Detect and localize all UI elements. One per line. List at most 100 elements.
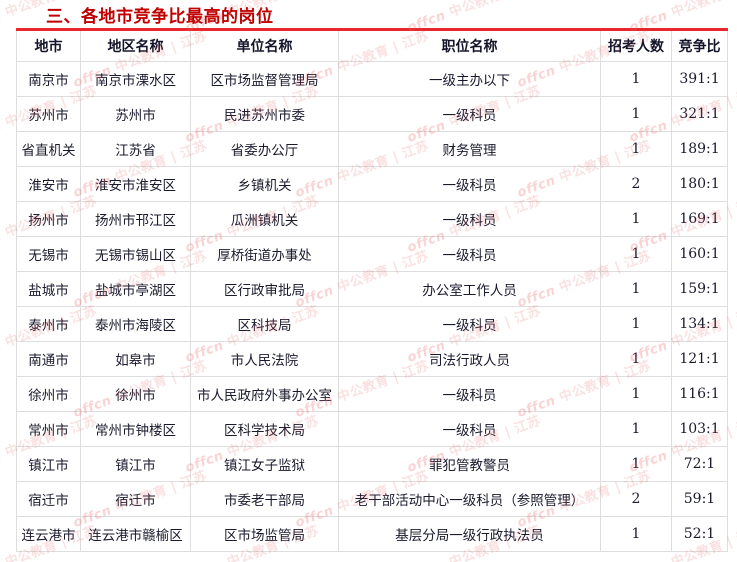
table-row: 南京市 南京市溧水区 区市场监督管理局 一级主办以下 1 391:1 xyxy=(16,61,728,97)
cell-count: 1 xyxy=(600,61,672,97)
cell-ratio: 121:1 xyxy=(671,341,728,377)
cell-ratio: 134:1 xyxy=(671,306,728,342)
cell-region: 南京市溧水区 xyxy=(80,61,191,97)
cell-city: 淮安市 xyxy=(16,166,81,202)
cell-count: 1 xyxy=(600,411,672,447)
cell-ratio: 59:1 xyxy=(671,481,728,517)
table-body: 南京市 南京市溧水区 区市场监督管理局 一级主办以下 1 391:1 苏州市 苏州市 民进苏州市… xyxy=(16,61,728,552)
table-row: 苏州市 苏州市 民进苏州市委 一级科员 1 321:1 xyxy=(16,96,728,132)
cell-unit: 区市场监督管理局 xyxy=(190,61,339,97)
cell-region: 江苏省 xyxy=(80,131,191,167)
cell-unit: 市人民政府外事办公室 xyxy=(190,376,339,412)
cell-count: 1 xyxy=(600,236,672,272)
cell-position: 一级科员 xyxy=(338,96,601,132)
cell-ratio: 116:1 xyxy=(671,376,728,412)
cell-unit: 市人民法院 xyxy=(190,341,339,377)
cell-position: 一级科员 xyxy=(338,201,601,237)
cell-ratio: 103:1 xyxy=(671,411,728,447)
table-row: 扬州市 扬州市邗江区 瓜洲镇机关 一级科员 1 169:1 xyxy=(16,201,728,237)
cell-region: 镇江市 xyxy=(80,446,191,482)
cell-unit: 省委办公厅 xyxy=(190,131,339,167)
cell-city: 徐州市 xyxy=(16,376,81,412)
table-row: 省直机关 江苏省 省委办公厅 财务管理 1 189:1 xyxy=(16,131,728,167)
cell-city: 宿迁市 xyxy=(16,481,81,517)
column-header-unit: 单位名称 xyxy=(190,29,339,62)
column-header-city: 地市 xyxy=(16,29,81,62)
column-header-position: 职位名称 xyxy=(338,29,601,62)
cell-unit: 厚桥街道办事处 xyxy=(190,236,339,272)
page-title: 三、各地市竞争比最高的岗位 xyxy=(46,7,274,27)
cell-city: 连云港市 xyxy=(16,516,81,552)
cell-count: 1 xyxy=(600,201,672,237)
cell-unit: 市委老干部局 xyxy=(190,481,339,517)
cell-unit: 瓜洲镇机关 xyxy=(190,201,339,237)
cell-position: 一级科员 xyxy=(338,306,601,342)
table-row: 盐城市 盐城市亭湖区 区行政审批局 办公室工作人员 1 159:1 xyxy=(16,271,728,307)
table-row: 南通市 如皋市 市人民法院 司法行政人员 1 121:1 xyxy=(16,341,728,377)
cell-position: 司法行政人员 xyxy=(338,341,601,377)
cell-ratio: 52:1 xyxy=(671,516,728,552)
cell-ratio: 72:1 xyxy=(671,446,728,482)
cell-city: 无锡市 xyxy=(16,236,81,272)
table-row: 常州市 常州市钟楼区 区科学技术局 一级科员 1 103:1 xyxy=(16,411,728,447)
competition-ratio-table: 地市 地区名称 单位名称 职位名称 招考人数 竞争比 南京市 南京市溧水区 区市场监… xyxy=(16,28,728,552)
cell-position: 一级科员 xyxy=(338,411,601,447)
cell-region: 无锡市锡山区 xyxy=(80,236,191,272)
cell-unit: 乡镇机关 xyxy=(190,166,339,202)
cell-region: 常州市钟楼区 xyxy=(80,411,191,447)
cell-position: 办公室工作人员 xyxy=(338,271,601,307)
cell-position: 罪犯管教警员 xyxy=(338,446,601,482)
cell-position: 一级科员 xyxy=(338,376,601,412)
cell-unit: 区科技局 xyxy=(190,306,339,342)
cell-count: 1 xyxy=(600,341,672,377)
table-row: 徐州市 徐州市 市人民政府外事办公室 一级科员 1 116:1 xyxy=(16,376,728,412)
table-row: 无锡市 无锡市锡山区 厚桥街道办事处 一级科员 1 160:1 xyxy=(16,236,728,272)
cell-city: 泰州市 xyxy=(16,306,81,342)
cell-count: 1 xyxy=(600,376,672,412)
column-header-count: 招考人数 xyxy=(600,29,672,62)
table-container: 地市 地区名称 单位名称 职位名称 招考人数 竞争比 南京市 南京市溧水区 区市场监… xyxy=(16,28,728,552)
cell-region: 盐城市亭湖区 xyxy=(80,271,191,307)
cell-count: 1 xyxy=(600,96,672,132)
cell-region: 泰州市海陵区 xyxy=(80,306,191,342)
table-row: 连云港市 连云港市赣榆区 区市场监管局 基层分局一级行政执法员 1 52:1 xyxy=(16,516,728,552)
cell-city: 扬州市 xyxy=(16,201,81,237)
cell-region: 淮安市淮安区 xyxy=(80,166,191,202)
cell-city: 常州市 xyxy=(16,411,81,447)
table-row: 宿迁市 宿迁市 市委老干部局 老干部活动中心一级科员（参照管理） 2 59:1 xyxy=(16,481,728,517)
cell-city: 镇江市 xyxy=(16,446,81,482)
cell-unit: 区行政审批局 xyxy=(190,271,339,307)
table-header-row: 地市 地区名称 单位名称 职位名称 招考人数 竞争比 xyxy=(16,29,728,62)
table-row: 淮安市 淮安市淮安区 乡镇机关 一级科员 2 180:1 xyxy=(16,166,728,202)
cell-unit: 区科学技术局 xyxy=(190,411,339,447)
column-header-ratio: 竞争比 xyxy=(671,29,728,62)
cell-count: 2 xyxy=(600,481,672,517)
cell-position: 基层分局一级行政执法员 xyxy=(338,516,601,552)
cell-count: 1 xyxy=(600,271,672,307)
cell-position: 一级科员 xyxy=(338,166,601,202)
cell-position: 一级主办以下 xyxy=(338,61,601,97)
cell-region: 扬州市邗江区 xyxy=(80,201,191,237)
cell-region: 连云港市赣榆区 xyxy=(80,516,191,552)
cell-position: 一级科员 xyxy=(338,236,601,272)
cell-ratio: 391:1 xyxy=(671,61,728,97)
cell-ratio: 159:1 xyxy=(671,271,728,307)
cell-ratio: 169:1 xyxy=(671,201,728,237)
cell-region: 徐州市 xyxy=(80,376,191,412)
cell-position: 财务管理 xyxy=(338,131,601,167)
cell-count: 1 xyxy=(600,446,672,482)
cell-ratio: 189:1 xyxy=(671,131,728,167)
cell-count: 1 xyxy=(600,131,672,167)
cell-region: 苏州市 xyxy=(80,96,191,132)
cell-unit: 区市场监管局 xyxy=(190,516,339,552)
table-header: 地市 地区名称 单位名称 职位名称 招考人数 竞争比 xyxy=(16,29,728,62)
cell-city: 盐城市 xyxy=(16,271,81,307)
cell-unit: 镇江女子监狱 xyxy=(190,446,339,482)
cell-ratio: 160:1 xyxy=(671,236,728,272)
page-root: 三、各地市竞争比最高的岗位 地市 地区名称 单位名称 职位名称 招考人数 竞争比 xyxy=(0,0,737,562)
cell-unit: 民进苏州市委 xyxy=(190,96,339,132)
cell-region: 如皋市 xyxy=(80,341,191,377)
table-row: 镇江市 镇江市 镇江女子监狱 罪犯管教警员 1 72:1 xyxy=(16,446,728,482)
table-row: 泰州市 泰州市海陵区 区科技局 一级科员 1 134:1 xyxy=(16,306,728,342)
cell-city: 南通市 xyxy=(16,341,81,377)
